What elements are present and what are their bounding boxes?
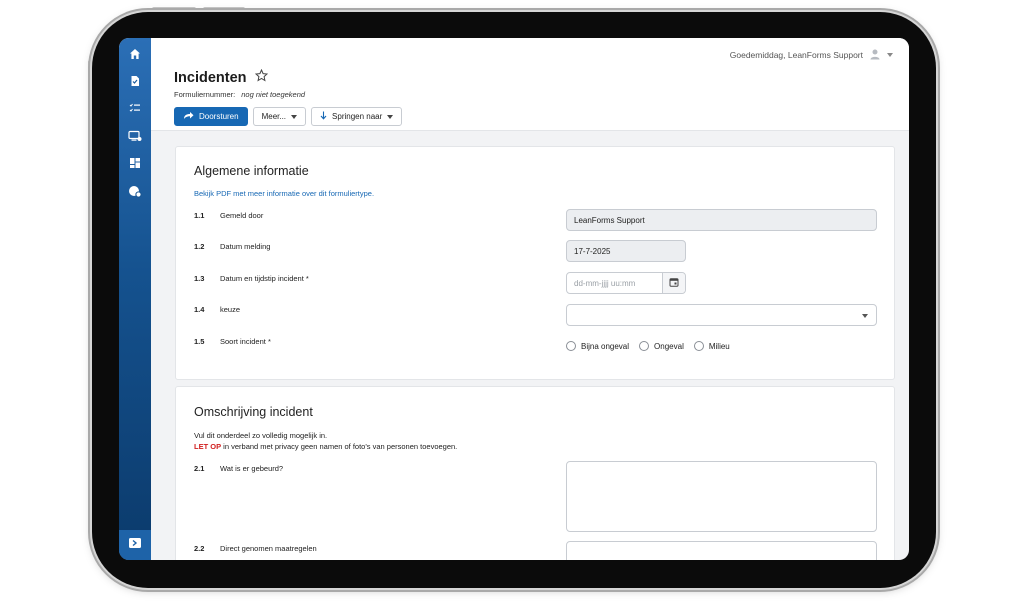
- reported-by-field[interactable]: LeanForms Support: [566, 209, 877, 231]
- datetime-placeholder: dd-mm-jjjj uu:mm: [574, 278, 636, 288]
- greeting-text: Goedemiddag, LeanForms Support: [729, 50, 863, 60]
- dashboard-icon[interactable]: [127, 155, 143, 171]
- question-label: keuze: [220, 305, 241, 314]
- radio-environment[interactable]: Milieu: [693, 341, 730, 351]
- question-label: Soort incident *: [220, 337, 271, 346]
- chevron-down-icon: [862, 314, 868, 318]
- privacy-warning: LET OP in verband met privacy geen namen…: [194, 442, 457, 451]
- form-number-label: Formuliernummer:: [174, 90, 236, 99]
- globe-settings-icon[interactable]: [127, 183, 143, 199]
- tablet-top-button: [152, 7, 196, 11]
- radio-accident[interactable]: Ongeval: [639, 341, 684, 351]
- question-number: 1.1: [194, 211, 205, 220]
- calendar-button[interactable]: [662, 273, 685, 293]
- section-title: Omschrijving incident: [194, 405, 313, 419]
- toolbar: Doorsturen Meer... Springen naar: [174, 107, 403, 126]
- warning-text: in verband met privacy geen namen of fot…: [221, 442, 458, 451]
- question-number: 1.2: [194, 242, 205, 251]
- favorite-star-icon[interactable]: [254, 68, 268, 86]
- incident-type-radio-group: Bijna ongeval Ongeval Milieu: [566, 341, 730, 351]
- warning-prefix: LET OP: [194, 442, 222, 451]
- arrow-down-icon: [320, 111, 327, 122]
- question-label: Datum en tijdstip incident *: [220, 274, 309, 283]
- section-intro: Vul dit onderdeel zo volledig mogelijk i…: [194, 431, 328, 440]
- choice-select[interactable]: [566, 304, 877, 326]
- home-icon[interactable]: [127, 46, 143, 62]
- forward-icon: [183, 111, 194, 122]
- expand-icon: [128, 536, 142, 554]
- radio-label: Ongeval: [654, 341, 684, 351]
- jump-to-button[interactable]: Springen naar: [311, 107, 403, 126]
- sidebar-expand-button[interactable]: [119, 530, 151, 560]
- forward-button[interactable]: Doorsturen: [174, 107, 248, 126]
- form-number-value: nog niet toegekend: [241, 90, 306, 99]
- page-header: Goedemiddag, LeanForms Support Incidente…: [151, 38, 909, 131]
- question-label: Datum melding: [220, 242, 271, 251]
- app-screen: Goedemiddag, LeanForms Support Incidente…: [119, 38, 909, 560]
- question-label: Gemeld door: [220, 211, 264, 220]
- report-date-field[interactable]: 17-7-2025: [566, 240, 686, 262]
- question-label: Direct genomen maatregelen: [220, 544, 317, 553]
- what-happened-textarea[interactable]: [566, 461, 877, 532]
- pdf-info-link[interactable]: Bekijk PDF met meer informatie over dit …: [194, 189, 374, 198]
- question-number: 2.1: [194, 464, 205, 473]
- radio-button[interactable]: [693, 341, 704, 351]
- radio-label: Milieu: [708, 341, 730, 351]
- radio-label: Bijna ongeval: [581, 341, 630, 351]
- question-number: 2.2: [194, 544, 205, 553]
- question-1-4: 1.4 keuze: [194, 305, 240, 314]
- measures-taken-textarea[interactable]: [566, 541, 877, 560]
- question-number: 1.3: [194, 274, 205, 283]
- question-number: 1.5: [194, 337, 205, 346]
- question-number: 1.4: [194, 305, 205, 314]
- report-date-value: 17-7-2025: [574, 246, 611, 256]
- form-number: Formuliernummer: nog niet toegekend: [174, 90, 305, 99]
- question-2-1: 2.1 Wat is er gebeurd?: [194, 464, 283, 473]
- checklist-icon[interactable]: [127, 100, 143, 116]
- jump-to-button-label: Springen naar: [332, 112, 383, 121]
- question-1-3: 1.3 Datum en tijdstip incident *: [194, 274, 309, 283]
- page-title-text: Incidenten: [174, 69, 247, 86]
- question-1-2: 1.2 Datum melding: [194, 242, 270, 251]
- radio-button[interactable]: [639, 341, 650, 351]
- calendar-icon: [669, 277, 679, 289]
- reported-by-value: LeanForms Support: [574, 215, 645, 225]
- tablet-top-button: [203, 7, 245, 11]
- question-label: Wat is er gebeurd?: [220, 464, 284, 473]
- more-button[interactable]: Meer...: [252, 107, 307, 126]
- page-title: Incidenten: [174, 68, 268, 86]
- radio-button[interactable]: [566, 341, 576, 351]
- chevron-down-icon: [387, 114, 394, 119]
- chevron-down-icon: [887, 53, 893, 57]
- user-menu[interactable]: Goedemiddag, LeanForms Support: [730, 48, 893, 62]
- more-button-label: Meer...: [261, 112, 287, 121]
- user-avatar-icon: [869, 48, 881, 62]
- question-2-2: 2.2 Direct genomen maatregelen: [194, 544, 317, 553]
- section-incident-description: Omschrijving incident Vul dit onderdeel …: [175, 386, 895, 560]
- monitor-settings-icon[interactable]: [127, 128, 143, 144]
- chevron-down-icon: [291, 114, 298, 119]
- document-icon[interactable]: [127, 73, 143, 89]
- sidebar: [119, 38, 151, 560]
- incident-datetime-input[interactable]: dd-mm-jjjj uu:mm: [566, 272, 686, 294]
- section-title: Algemene informatie: [194, 164, 309, 178]
- question-1-5: 1.5 Soort incident *: [194, 337, 271, 346]
- radio-near-miss[interactable]: Bijna ongeval: [566, 341, 629, 351]
- forward-button-label: Doorsturen: [199, 112, 239, 121]
- section-general-info: Algemene informatie Bekijk PDF met meer …: [175, 146, 895, 380]
- question-1-1: 1.1 Gemeld door: [194, 211, 263, 220]
